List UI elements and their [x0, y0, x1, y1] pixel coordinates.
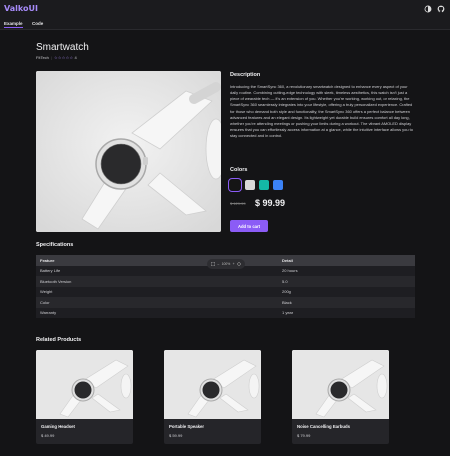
spec-detail-cell: 5.0 [278, 276, 415, 287]
colors-heading: Colors [230, 167, 248, 173]
related-product-price: $ 79.99 [297, 433, 311, 438]
zoom-plus-button[interactable]: + [233, 262, 235, 266]
product-title: Smartwatch [36, 42, 89, 53]
product-meta: FitTech | ☆☆☆☆☆ 4 [36, 55, 77, 60]
color-swatch-white[interactable] [245, 180, 255, 190]
smartwatch-thumbnail [164, 350, 261, 419]
rating-value: 4 [74, 55, 77, 60]
brand-logo[interactable]: ValkoUI [4, 4, 38, 13]
spec-feature-cell: Weight [36, 286, 278, 297]
tab-example[interactable]: Example [4, 20, 23, 28]
column-header-detail: Detail [278, 255, 415, 266]
spec-detail-cell: Black [278, 297, 415, 308]
related-product-card[interactable]: Portable Speaker $ 59.99 [164, 350, 261, 444]
spec-feature-cell: Warranty [36, 307, 278, 318]
specifications-heading: Specifications [36, 242, 74, 248]
rating-stars-icon: ☆☆☆☆☆ [53, 55, 74, 60]
smartwatch-thumbnail [36, 350, 133, 419]
spec-detail-cell: 1 year [278, 307, 415, 318]
spec-detail-cell: 20 hours [278, 265, 415, 276]
product-description: Introducing the SmartSync 360, a revolut… [230, 84, 413, 139]
product-image [36, 71, 221, 232]
related-product-image [36, 350, 133, 419]
table-row: Weight 200g [36, 286, 415, 297]
related-product-name[interactable]: Gaming Headset [41, 424, 75, 429]
related-product-price: $ 49.99 [41, 433, 55, 438]
tab-bar: Example Code [0, 18, 450, 30]
related-products-heading: Related Products [36, 337, 82, 343]
spec-feature-cell: Bluetooth Version [36, 276, 278, 287]
zoom-level: 100% [221, 262, 231, 266]
table-row: Bluetooth Version 5.0 [36, 276, 415, 287]
color-swatch-blue[interactable] [273, 180, 283, 190]
spec-detail-cell: 200g [278, 286, 415, 297]
smartwatch-thumbnail [292, 350, 389, 419]
description-heading: Description [230, 72, 261, 78]
color-swatch-teal[interactable] [259, 180, 269, 190]
zoom-control: – 100% + [207, 259, 245, 269]
theme-toggle-icon[interactable] [424, 5, 432, 13]
table-row: Warranty 1 year [36, 307, 415, 318]
related-product-price: $ 59.99 [169, 433, 183, 438]
add-to-cart-button[interactable]: Add to cart [230, 220, 268, 232]
table-row: Color Black [36, 297, 415, 308]
product-brand: FitTech [36, 55, 49, 60]
zoom-minus-button[interactable]: – [217, 262, 219, 266]
related-product-card[interactable]: Noise Cancelling Earbuds $ 79.99 [292, 350, 389, 444]
top-bar: ValkoUI [0, 0, 450, 18]
sale-price: $ 99.99 [255, 198, 286, 208]
github-icon[interactable] [437, 5, 445, 13]
related-product-image [292, 350, 389, 419]
related-product-name[interactable]: Portable Speaker [169, 424, 204, 429]
fit-screen-icon[interactable] [211, 262, 215, 266]
original-price: $ 129.99 [230, 201, 246, 206]
reset-zoom-icon[interactable] [237, 262, 241, 266]
tab-code[interactable]: Code [32, 20, 43, 27]
spec-feature-cell: Color [36, 297, 278, 308]
related-product-name[interactable]: Noise Cancelling Earbuds [297, 424, 350, 429]
related-product-card[interactable]: Gaming Headset $ 49.99 [36, 350, 133, 444]
smartwatch-illustration [36, 71, 221, 232]
related-product-image [164, 350, 261, 419]
color-swatch-black[interactable] [228, 178, 242, 192]
